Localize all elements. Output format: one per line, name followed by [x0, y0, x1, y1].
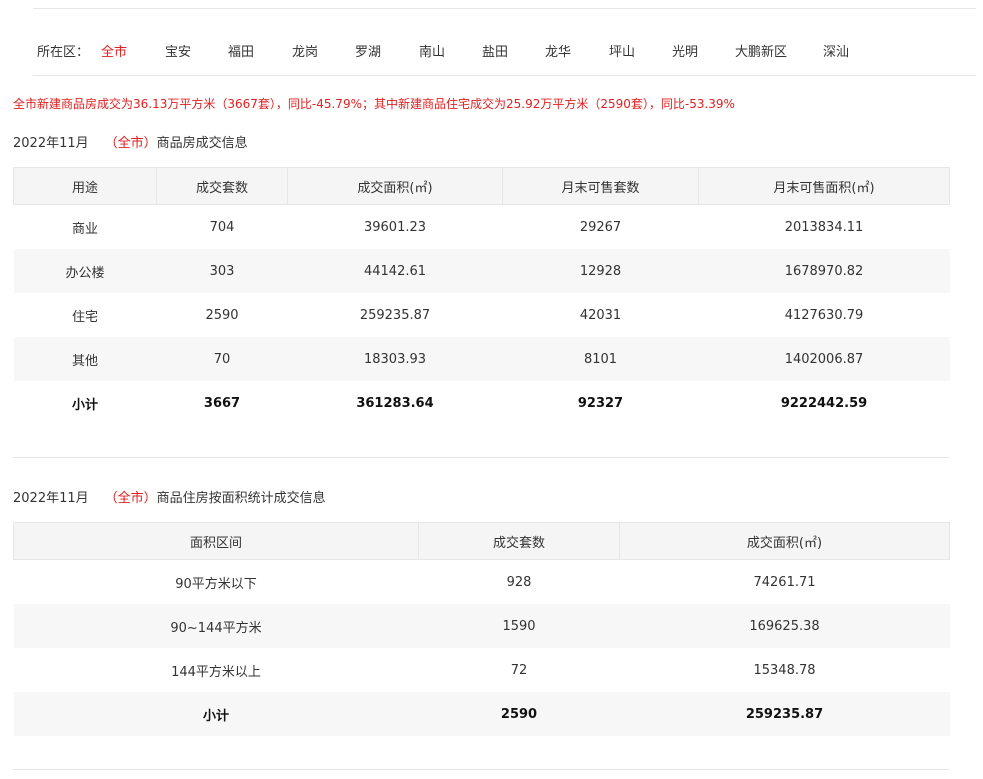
table-row: 144平方米以上 72 15348.78	[14, 648, 950, 692]
section2-region: （全市）	[104, 491, 157, 506]
table-cell: 44142.61	[287, 249, 503, 293]
table-cell: 9222442.59	[780, 395, 868, 411]
table-header-row: 用途 成交套数 成交面积(㎡) 月末可售套数 月末可售面积(㎡)	[13, 167, 950, 205]
district-filter-label: 所在区：	[37, 45, 90, 60]
table-cell: 259235.87	[359, 307, 431, 323]
section1-region: （全市）	[104, 136, 157, 151]
district-item-longhua[interactable]: 龙华	[545, 41, 571, 60]
district-filter-bar: 所在区： 全市 宝安 福田 龙岗 罗湖 南山 盐田 龙华 坪山 光明 大鹏新区 …	[33, 31, 973, 67]
table-cell: 74261.71	[753, 574, 816, 590]
table-cell: 2013834.11	[784, 219, 864, 235]
table-cell: 90平方米以下	[175, 576, 257, 592]
table-cell: 3667	[203, 395, 241, 411]
table-cell: 169625.38	[619, 604, 950, 648]
section2-period: 2022年11月	[13, 491, 89, 506]
column-header: 月末可售套数	[502, 167, 699, 205]
district-item-yantian[interactable]: 盐田	[482, 41, 508, 60]
table-cell: 18303.93	[287, 337, 503, 381]
table-cell: 住宅	[71, 309, 98, 325]
column-header: 用途	[13, 167, 157, 205]
area-breakdown-table: 面积区间 成交套数 成交面积(㎡) 90平方米以下 928 74261.71 9…	[13, 522, 950, 736]
table-cell: 29267	[579, 219, 622, 235]
top-divider	[33, 8, 976, 9]
table-cell: 小计	[13, 692, 419, 736]
table-cell: 8101	[502, 337, 699, 381]
section1-title-text: 商品房成交信息	[156, 136, 248, 151]
table-cell: 其他	[13, 337, 157, 381]
district-item-guangming[interactable]: 光明	[672, 41, 698, 60]
district-item-luohu[interactable]: 罗湖	[355, 41, 381, 60]
table-cell: 144平方米以上	[171, 664, 261, 680]
column-header: 成交面积(㎡)	[619, 522, 950, 560]
table-cell: 70	[156, 337, 288, 381]
table-cell: 42031	[579, 307, 622, 323]
table-cell: 商业	[71, 221, 98, 237]
section2-title: 2022年11月 （全市）商品住房按面积统计成交信息	[13, 487, 326, 506]
section1-title: 2022年11月 （全市）商品房成交信息	[13, 132, 248, 151]
district-item-futian[interactable]: 福田	[228, 41, 254, 60]
table-total-row: 小计 3667 361283.64 92327 9222442.59	[14, 381, 950, 425]
table-row: 商业 704 39601.23 29267 2013834.11	[14, 205, 950, 250]
table-cell: 928	[506, 574, 532, 590]
column-header: 面积区间	[13, 522, 419, 560]
section2-title-text: 商品住房按面积统计成交信息	[156, 491, 326, 506]
table-row: 90~144平方米 1590 169625.38	[13, 604, 950, 648]
bottom-divider	[13, 769, 949, 770]
table-cell: 4127630.79	[784, 307, 864, 323]
summary-text: 全市新建商品房成交为36.13万平方米（3667套），同比-45.79%；其中新…	[13, 97, 735, 111]
table-total-row: 小计 2590 259235.87	[13, 692, 950, 736]
table-row: 办公楼 303 44142.61 12928 1678970.82	[13, 249, 950, 293]
table-cell: 1678970.82	[698, 249, 950, 293]
table-row: 其他 70 18303.93 8101 1402006.87	[13, 337, 950, 381]
table-cell: 361283.64	[356, 395, 434, 411]
table-row: 90平方米以下 928 74261.71	[14, 560, 950, 605]
table-cell: 2590	[205, 307, 239, 323]
column-header: 成交套数	[418, 522, 620, 560]
table-header-row: 面积区间 成交套数 成交面积(㎡)	[13, 522, 950, 560]
district-item-nanshan[interactable]: 南山	[419, 41, 445, 60]
district-item-baoan[interactable]: 宝安	[165, 41, 191, 60]
table-cell: 92327	[577, 395, 624, 411]
district-item-shenshan[interactable]: 深汕	[823, 41, 849, 60]
table-cell: 90~144平方米	[13, 604, 419, 648]
table-cell: 1402006.87	[698, 337, 950, 381]
column-header: 月末可售面积(㎡)	[698, 167, 950, 205]
filter-divider	[33, 75, 976, 76]
district-item-quanshi[interactable]: 全市	[101, 41, 127, 60]
table-cell: 704	[209, 219, 235, 235]
table-cell: 303	[156, 249, 288, 293]
district-item-pingshan[interactable]: 坪山	[609, 41, 635, 60]
section-divider	[13, 457, 949, 458]
table-cell: 12928	[502, 249, 699, 293]
table-cell: 39601.23	[363, 219, 427, 235]
column-header: 成交面积(㎡)	[287, 167, 503, 205]
column-header: 成交套数	[156, 167, 288, 205]
table-cell: 2590	[418, 692, 620, 736]
table-cell: 259235.87	[619, 692, 950, 736]
housing-transaction-table: 用途 成交套数 成交面积(㎡) 月末可售套数 月末可售面积(㎡) 商业 704 …	[13, 167, 950, 425]
district-item-dapeng[interactable]: 大鹏新区	[735, 41, 787, 60]
table-cell: 72	[510, 662, 528, 678]
table-row: 住宅 2590 259235.87 42031 4127630.79	[14, 293, 950, 337]
table-cell: 小计	[71, 397, 98, 413]
district-item-longgang[interactable]: 龙岗	[292, 41, 318, 60]
table-cell: 1590	[418, 604, 620, 648]
table-cell: 15348.78	[753, 662, 816, 678]
table-cell: 办公楼	[13, 249, 157, 293]
section1-period: 2022年11月	[13, 136, 89, 151]
